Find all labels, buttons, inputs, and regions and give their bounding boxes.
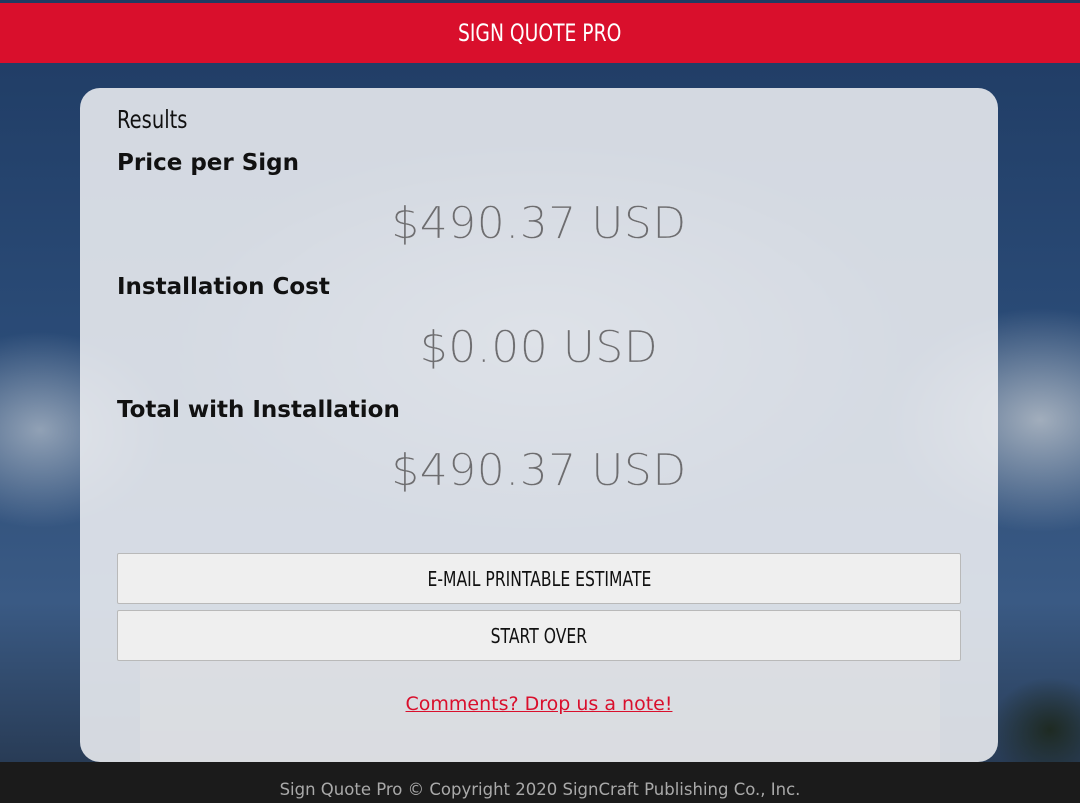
copyright-text: Sign Quote Pro © Copyright 2020 SignCraf…: [279, 780, 801, 799]
comments-link[interactable]: Comments? Drop us a note!: [80, 693, 998, 715]
installation-cost-value: $0.00 USD: [419, 322, 659, 373]
app-title: SIGN QUOTE PRO: [458, 19, 622, 47]
start-over-button[interactable]: START OVER: [117, 610, 961, 661]
results-heading: Results: [117, 105, 188, 134]
results-card: Results Price per Sign $490.37 USD Insta…: [80, 88, 998, 762]
installation-cost-label: Installation Cost: [117, 274, 330, 300]
app-header: SIGN QUOTE PRO: [0, 3, 1080, 63]
email-estimate-button-label: E-MAIL PRINTABLE ESTIMATE: [427, 566, 651, 591]
price-per-sign-value: $490.37 USD: [391, 198, 687, 249]
price-per-sign-label: Price per Sign: [117, 150, 300, 176]
page-footer: Sign Quote Pro © Copyright 2020 SignCraf…: [0, 762, 1080, 803]
start-over-button-label: START OVER: [490, 623, 588, 648]
email-estimate-button[interactable]: E-MAIL PRINTABLE ESTIMATE: [117, 553, 961, 604]
total-with-installation-label: Total with Installation: [117, 397, 400, 423]
total-with-installation-value: $490.37 USD: [391, 445, 687, 496]
